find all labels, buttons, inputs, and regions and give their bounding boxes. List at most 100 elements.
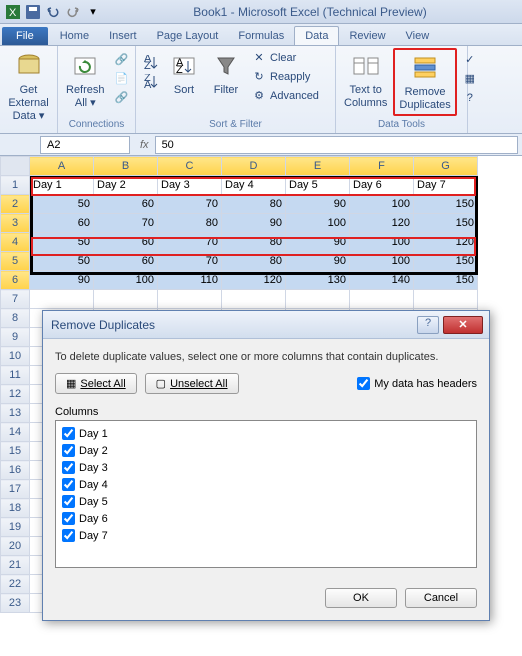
cell[interactable]: 130 — [286, 271, 350, 290]
cell[interactable]: 60 — [30, 214, 94, 233]
tab-view[interactable]: View — [396, 27, 440, 45]
row-header[interactable]: 14 — [1, 423, 30, 442]
unselect-all-button[interactable]: ▢Unselect All — [145, 373, 239, 394]
tab-review[interactable]: Review — [339, 27, 395, 45]
cell[interactable]: 100 — [350, 195, 414, 214]
connections-icon[interactable]: 🔗 — [111, 52, 133, 70]
tab-home[interactable]: Home — [50, 27, 99, 45]
row-header[interactable]: 3 — [1, 214, 30, 233]
cell[interactable]: 90 — [286, 195, 350, 214]
row-header[interactable]: 21 — [1, 556, 30, 575]
save-icon[interactable] — [24, 3, 42, 21]
cell[interactable]: 90 — [286, 233, 350, 252]
tab-insert[interactable]: Insert — [99, 27, 147, 45]
cell[interactable] — [350, 290, 414, 309]
cell[interactable]: 100 — [94, 271, 158, 290]
row-header[interactable]: 6 — [1, 271, 30, 290]
cell[interactable]: 90 — [286, 252, 350, 271]
reapply-button[interactable]: ↻Reapply — [248, 69, 322, 87]
column-header[interactable]: F — [350, 157, 414, 176]
column-checkbox-item[interactable]: Day 2 — [62, 442, 470, 459]
qat-dropdown-icon[interactable]: ▾ — [84, 3, 102, 21]
row-header[interactable]: 4 — [1, 233, 30, 252]
cell[interactable]: 60 — [94, 252, 158, 271]
column-header[interactable]: G — [414, 157, 478, 176]
row-header[interactable]: 15 — [1, 442, 30, 461]
column-checkbox[interactable] — [62, 529, 75, 542]
cell[interactable] — [222, 290, 286, 309]
dialog-close-button[interactable]: ✕ — [443, 316, 483, 334]
column-checkbox[interactable] — [62, 478, 75, 491]
ok-button[interactable]: OK — [325, 588, 397, 608]
cell[interactable]: 60 — [94, 195, 158, 214]
cell[interactable] — [286, 290, 350, 309]
cell[interactable]: 70 — [158, 252, 222, 271]
cell[interactable]: 120 — [350, 214, 414, 233]
column-header[interactable]: E — [286, 157, 350, 176]
dialog-titlebar[interactable]: Remove Duplicates ? ✕ — [43, 311, 489, 339]
select-all-corner[interactable] — [1, 157, 30, 176]
text-to-columns-button[interactable]: Text to Columns — [340, 48, 391, 112]
column-checkbox[interactable] — [62, 461, 75, 474]
row-header[interactable]: 20 — [1, 537, 30, 556]
row-header[interactable]: 13 — [1, 404, 30, 423]
cell[interactable]: Day 5 — [286, 176, 350, 195]
refresh-all-button[interactable]: Refresh All ▾ — [62, 48, 109, 112]
row-header[interactable]: 7 — [1, 290, 30, 309]
cell[interactable]: 60 — [94, 233, 158, 252]
column-checkbox[interactable] — [62, 427, 75, 440]
cell[interactable]: Day 1 — [30, 176, 94, 195]
remove-duplicates-button[interactable]: Remove Duplicates — [393, 48, 456, 116]
tab-data[interactable]: Data — [294, 26, 339, 45]
cell[interactable]: 80 — [222, 195, 286, 214]
excel-icon[interactable]: X — [4, 3, 22, 21]
row-header[interactable]: 19 — [1, 518, 30, 537]
tab-formulas[interactable]: Formulas — [228, 27, 294, 45]
column-checkbox-item[interactable]: Day 1 — [62, 425, 470, 442]
undo-icon[interactable] — [44, 3, 62, 21]
cell[interactable] — [94, 290, 158, 309]
name-box[interactable]: A2 — [40, 136, 130, 154]
cell[interactable]: 140 — [350, 271, 414, 290]
row-header[interactable]: 1 — [1, 176, 30, 195]
cell[interactable]: 90 — [222, 214, 286, 233]
cell[interactable]: Day 2 — [94, 176, 158, 195]
cell[interactable]: 50 — [30, 252, 94, 271]
cell[interactable]: Day 3 — [158, 176, 222, 195]
whatif-icon[interactable]: ? — [459, 90, 481, 108]
cell[interactable]: 70 — [158, 195, 222, 214]
get-external-data-button[interactable]: Get External Data ▾ — [4, 48, 53, 126]
column-checkbox-item[interactable]: Day 4 — [62, 476, 470, 493]
formula-input[interactable]: 50 — [155, 136, 518, 154]
row-header[interactable]: 17 — [1, 480, 30, 499]
redo-icon[interactable] — [64, 3, 82, 21]
column-header[interactable]: B — [94, 157, 158, 176]
column-checkbox-item[interactable]: Day 7 — [62, 527, 470, 544]
fx-icon[interactable]: fx — [134, 139, 155, 151]
cell[interactable]: 100 — [350, 252, 414, 271]
data-validation-icon[interactable]: ✓ — [459, 52, 481, 70]
cell[interactable]: 80 — [222, 233, 286, 252]
advanced-button[interactable]: ⚙Advanced — [248, 88, 322, 106]
column-header[interactable]: A — [30, 157, 94, 176]
columns-list[interactable]: Day 1Day 2Day 3Day 4Day 5Day 6Day 7 — [55, 420, 477, 568]
column-header[interactable]: C — [158, 157, 222, 176]
dialog-help-button[interactable]: ? — [417, 316, 439, 334]
cell[interactable]: 70 — [158, 233, 222, 252]
row-header[interactable]: 5 — [1, 252, 30, 271]
column-checkbox[interactable] — [62, 512, 75, 525]
cell[interactable]: Day 4 — [222, 176, 286, 195]
sort-az-button[interactable]: AZ — [140, 54, 162, 72]
consolidate-icon[interactable]: ▦ — [459, 71, 481, 89]
headers-checkbox[interactable] — [357, 377, 370, 390]
cell[interactable]: 150 — [414, 252, 478, 271]
cell[interactable]: 150 — [414, 195, 478, 214]
cell[interactable]: 50 — [30, 233, 94, 252]
clear-button[interactable]: ✕Clear — [248, 50, 322, 68]
cancel-button[interactable]: Cancel — [405, 588, 477, 608]
column-checkbox-item[interactable]: Day 3 — [62, 459, 470, 476]
column-checkbox[interactable] — [62, 444, 75, 457]
row-header[interactable]: 16 — [1, 461, 30, 480]
cell[interactable]: 80 — [158, 214, 222, 233]
row-header[interactable]: 18 — [1, 499, 30, 518]
